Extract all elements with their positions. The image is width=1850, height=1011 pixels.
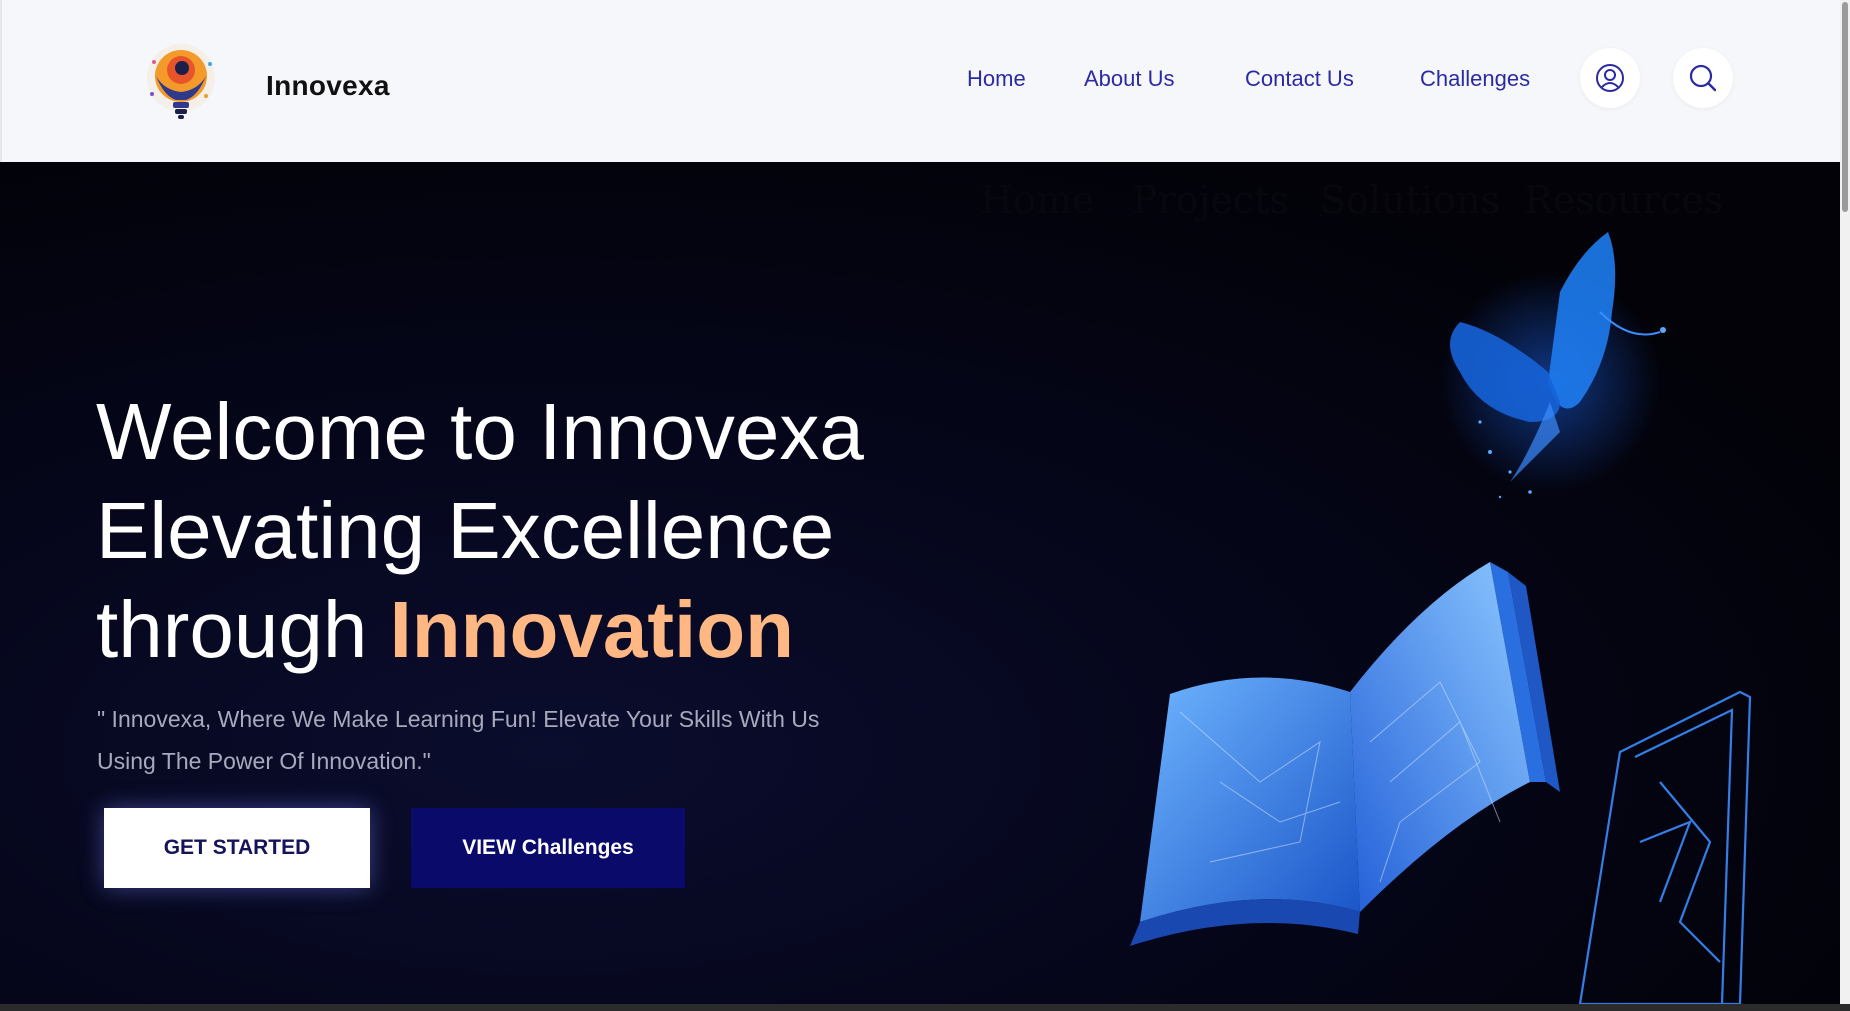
page-scrollbar[interactable] [1840,0,1850,1004]
search-button[interactable] [1673,48,1733,108]
page: Innovexa Home About Us Contact Us Challe… [0,0,1840,1004]
headline-line-3: through [96,585,390,674]
butterfly-illustration [1440,232,1666,499]
headline-accent: Innovation [389,585,794,674]
scrollbar-thumb[interactable] [1842,2,1848,212]
search-icon [1689,64,1717,92]
hero-tagline: " Innovexa, Where We Make Learning Fun! … [97,706,820,774]
headline-line-2: Elevating Excellence [96,486,835,575]
ghost-nav-resources: Resources [1524,178,1724,222]
user-account-button[interactable] [1580,48,1640,108]
ghost-nav-projects: Projects [1132,178,1289,222]
nav-challenges[interactable]: Challenges [1420,66,1530,92]
ghost-nav-home: Home [980,178,1095,222]
nav-about-us[interactable]: About Us [1084,66,1175,92]
book-illustration [1130,562,1560,946]
brand-name[interactable]: Innovexa [266,70,390,102]
hero-section: Home Projects Solutions Resources Welcom… [0,162,1840,1004]
user-icon [1596,64,1624,92]
site-header: Innovexa Home About Us Contact Us Challe… [0,0,1840,162]
hero-headline: Welcome to Innovexa Elevating Excellence… [96,382,864,679]
view-challenges-button[interactable]: VIEW Challenges [411,808,685,888]
get-started-button[interactable]: GET STARTED [104,808,370,888]
nav-contact-us[interactable]: Contact Us [1245,66,1354,92]
headline-line-1: Welcome to Innovexa [96,387,864,476]
tablet-illustration [1578,690,1752,1004]
logo-icon[interactable] [140,40,222,126]
hero-illustration [1130,232,1752,1004]
nav-home[interactable]: Home [967,66,1026,92]
ghost-nav-solutions: Solutions [1320,178,1500,222]
